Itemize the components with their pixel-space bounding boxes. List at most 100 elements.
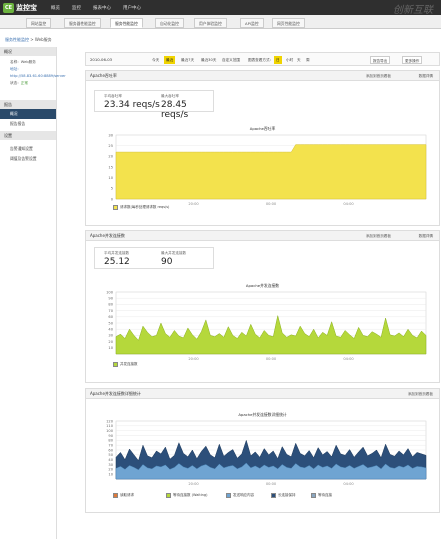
app-name: 监控宝 — [16, 3, 37, 12]
legend-label: 长连接保持 — [278, 493, 296, 497]
export-button[interactable]: 报告导出 — [370, 56, 391, 64]
topnav-reports[interactable]: 报表中心 — [93, 5, 111, 11]
sidebar-address[interactable]: 地址：http://58.83.61.60:8889/server — [0, 66, 66, 80]
stat-label: 平均吞吐率 — [104, 94, 122, 98]
range-30days[interactable]: 最近30天 — [199, 56, 218, 64]
panel-concurrent-detail: Apache并发连接数详细统计 添加到首页看板 Apache并发连接数详细统计 … — [85, 388, 440, 513]
tab-api[interactable]: API监控 — [240, 18, 264, 28]
tab-service[interactable]: 服务性能监控 — [110, 18, 143, 28]
date-display[interactable]: 2010-06-03 — [90, 57, 112, 62]
data-detail-link[interactable]: 数据详情 — [419, 231, 433, 241]
x-tick-label: 04:00 — [343, 202, 354, 206]
legend-label: 并发连接数 — [120, 362, 138, 366]
stat-value: 90 — [161, 257, 173, 267]
panel-title: Apache吞吐率 — [90, 73, 117, 78]
status-ok-badge: 正常 — [20, 81, 28, 85]
mode-hour[interactable]: 小时 — [284, 56, 295, 64]
y-tick-label: 20 — [108, 340, 113, 344]
breadcrumb-parent[interactable]: 服务性能监控 — [5, 37, 29, 42]
x-tick-label: 00:00 — [266, 357, 277, 361]
range-custom[interactable]: 自定义范围 — [220, 56, 242, 64]
sidebar-name: 名称：Web服务 — [10, 60, 36, 64]
sidebar-item-threshold[interactable]: 阈值及告警设置 — [0, 154, 56, 164]
tab-experience[interactable]: 用户体验监控 — [194, 18, 227, 28]
x-tick-label: 20:00 — [188, 482, 199, 486]
panel-throughput: Apache吞吐率 添加到首页看板 数据详情 平均吞吐率 23.34 reqs/s… — [85, 70, 440, 226]
y-tick-label: 40 — [108, 458, 113, 462]
y-tick-label: 10 — [108, 472, 113, 476]
y-tick-label: 25 — [108, 144, 113, 148]
more-actions-button[interactable]: 更多操作 — [402, 56, 423, 64]
tab-website[interactable]: 网站监控 — [26, 18, 52, 28]
tab-server[interactable]: 服务器性能监控 — [64, 18, 101, 28]
stat-avg: 平均吞吐率 23.34 reqs/s — [104, 94, 160, 110]
x-tick-label: 20:00 — [188, 202, 199, 206]
range-today[interactable]: 今天 — [150, 56, 161, 64]
y-tick-label: 30 — [108, 334, 113, 338]
legend-item: 等待连接数 (Waiting) — [166, 493, 207, 498]
view-mode-label: 图表查看方式： — [248, 58, 274, 62]
add-dashboard-link[interactable]: 添加到首页看板 — [408, 389, 433, 399]
legend-label: 请求数(每秒处理请求数 reqs/s) — [120, 205, 170, 209]
sidebar-item-alert-notify[interactable]: 告警通知设置 — [0, 144, 56, 154]
breadcrumb-current: Web服务 — [34, 37, 52, 42]
concurrent-chart: 10 20 30 40 50 60 70 80 90 100 20:00 00:00 04:00 — [106, 290, 427, 361]
toolbar: 2010-06-03 今天 最近 最近7天 最近30天 自定义范围 图表查看方式… — [85, 52, 440, 66]
panel-concurrent: Apache并发连接数 添加到首页看板 数据详情 平均并发连接数 25.12 最大… — [85, 230, 440, 383]
status-label: 状态： — [10, 81, 21, 85]
tab-automation[interactable]: 自动化监控 — [155, 18, 184, 28]
mode-week[interactable]: 周 — [304, 56, 312, 64]
x-tick-label: 04:00 — [343, 357, 354, 361]
panel-header: Apache吞吐率 添加到首页看板 数据详情 — [86, 71, 439, 81]
legend-item: 等待连接 — [311, 493, 332, 498]
topnav-user[interactable]: 用户中心 — [123, 5, 141, 11]
stat-avg: 平均并发连接数 25.12 — [104, 251, 130, 267]
y-tick-label: 0 — [111, 197, 114, 201]
logo-icon: CE — [3, 2, 14, 13]
y-tick-label: 30 — [108, 133, 113, 137]
topnav-monitor[interactable]: 监控 — [72, 5, 81, 11]
y-tick-label: 40 — [108, 328, 113, 332]
y-tick-label: 50 — [108, 453, 113, 457]
data-detail-link[interactable]: 数据详情 — [419, 71, 433, 81]
stat-value: 28.45 reqs/s — [161, 100, 189, 120]
y-tick-label: 120 — [106, 419, 114, 423]
y-tick-label: 60 — [108, 448, 113, 452]
sidebar: 概况 名称：Web服务 地址：http://58.83.61.60:8889/s… — [0, 47, 66, 539]
y-tick-label: 90 — [108, 297, 113, 301]
topnav-overview[interactable]: 概览 — [51, 5, 60, 11]
mode-days[interactable]: 天 — [295, 56, 303, 64]
y-tick-label: 10 — [108, 346, 113, 350]
sidebar-item-report[interactable]: 报告报告 — [0, 119, 56, 129]
stat-max: 最大吞吐率 28.45 reqs/s — [161, 94, 213, 120]
sidebar-status: 状态：正常 — [0, 80, 56, 87]
sidebar-overview-title: 概况 — [0, 47, 56, 56]
add-dashboard-link[interactable]: 添加到首页看板 — [366, 71, 391, 81]
x-tick-label: 04:00 — [343, 482, 354, 486]
sidebar-settings-title: 设置 — [0, 131, 56, 140]
y-tick-label: 10 — [108, 176, 113, 180]
y-tick-label: 100 — [106, 429, 114, 433]
top-nav: 概览 监控 报表中心 用户中心 — [51, 5, 153, 11]
range-recent[interactable]: 最近 — [164, 56, 176, 64]
sidebar-item-overview[interactable]: 概况 — [0, 109, 56, 119]
legend-label: 等待连接数 (Waiting) — [173, 493, 208, 497]
legend-item: 发送响应内容 — [226, 493, 254, 498]
panel-title: Apache并发连接数详细统计 — [90, 391, 141, 396]
y-tick-label: 20 — [108, 468, 113, 472]
x-tick-label: 00:00 — [266, 482, 277, 486]
top-bar: CE 监控宝 概览 监控 报表中心 用户中心 创新互联 — [0, 0, 441, 16]
range-7days[interactable]: 最近7天 — [179, 56, 196, 64]
stat-value: 25.12 — [104, 257, 130, 267]
stat-value: 23.34 reqs/s — [104, 100, 160, 110]
concurrent-detail-chart: 102030405060708090100110120 20:00 00:00 04:… — [106, 419, 427, 486]
y-tick-label: 50 — [108, 321, 113, 325]
tab-page-perf[interactable]: 网页性能监控 — [272, 18, 305, 28]
app-logo[interactable]: CE 监控宝 — [3, 2, 47, 13]
legend-item: 长连接保持 — [271, 493, 296, 498]
sidebar-reports-title: 报告 — [0, 100, 56, 109]
mode-day[interactable]: 日 — [274, 56, 282, 64]
stats-box: 平均并发连接数 25.12 最大并发连接数 90 — [94, 247, 214, 269]
panel-header: Apache并发连接数详细统计 添加到首页看板 — [86, 389, 439, 399]
add-dashboard-link[interactable]: 添加到首页看板 — [366, 231, 391, 241]
